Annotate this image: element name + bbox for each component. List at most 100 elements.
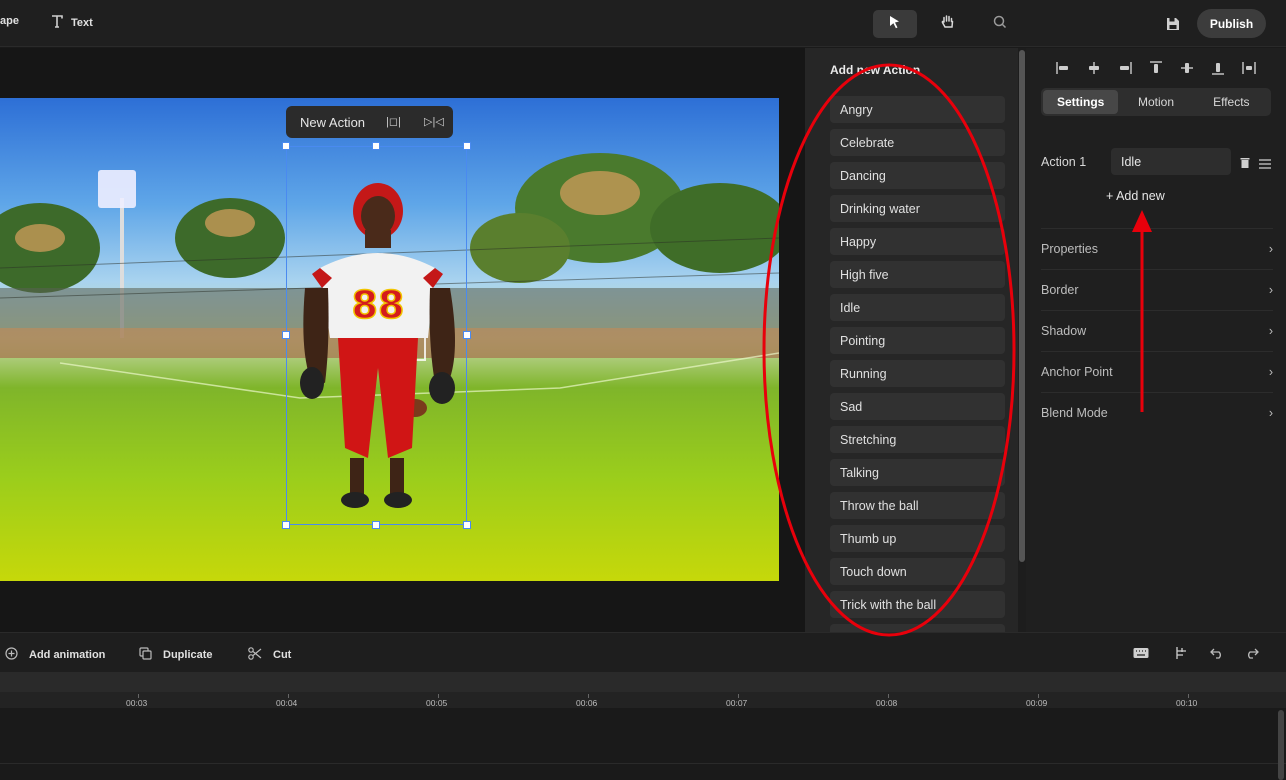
timeline-track-divider bbox=[0, 763, 1286, 764]
action-item-touch-down[interactable]: Touch down bbox=[830, 558, 1005, 585]
action-item-sad[interactable]: Sad bbox=[830, 393, 1005, 420]
ruler-label: 00:06 bbox=[576, 698, 598, 708]
canvas-area: 88 New Action |◻| ▷|◁ bbox=[0, 48, 805, 632]
tab-settings[interactable]: Settings bbox=[1043, 90, 1119, 114]
action-1-label: Action 1 bbox=[1041, 155, 1087, 169]
section-border[interactable]: Border › bbox=[1041, 269, 1273, 310]
section-properties[interactable]: Properties › bbox=[1041, 228, 1273, 269]
action-item-idle[interactable]: Idle bbox=[830, 294, 1005, 321]
keyboard-icon[interactable] bbox=[1133, 646, 1149, 664]
hand-tool-button[interactable] bbox=[926, 10, 970, 38]
resize-handle-r[interactable] bbox=[463, 331, 471, 339]
duplicate-icon bbox=[139, 647, 152, 663]
new-action-pill[interactable]: New Action |◻| ▷|◁ bbox=[286, 106, 453, 138]
section-anchor-point-label: Anchor Point bbox=[1041, 365, 1113, 379]
chevron-right-icon: › bbox=[1268, 324, 1273, 338]
section-properties-label: Properties bbox=[1041, 242, 1098, 256]
ruler-label: 00:03 bbox=[126, 698, 148, 708]
section-anchor-point[interactable]: Anchor Point › bbox=[1041, 351, 1273, 392]
cursor-arrow-icon bbox=[889, 15, 901, 34]
selection-box[interactable] bbox=[286, 146, 467, 525]
align-top-icon[interactable] bbox=[1145, 60, 1167, 76]
resize-handle-l[interactable] bbox=[282, 331, 290, 339]
resize-handle-tr[interactable] bbox=[463, 142, 471, 150]
trash-icon[interactable] bbox=[1240, 156, 1250, 174]
menu-icon[interactable] bbox=[1259, 156, 1271, 174]
align-bottom-icon[interactable] bbox=[1207, 60, 1229, 76]
redo-icon[interactable] bbox=[1245, 646, 1259, 664]
action-item-trick-with-the-ball[interactable]: Trick with the ball bbox=[830, 591, 1005, 618]
chevron-right-icon: › bbox=[1268, 406, 1273, 420]
add-animation-button[interactable]: Add animation bbox=[5, 647, 105, 663]
resize-handle-b[interactable] bbox=[372, 521, 380, 529]
action-item-high-five[interactable]: High five bbox=[830, 261, 1005, 288]
actions-scrollbar-thumb[interactable] bbox=[1019, 50, 1025, 562]
search-icon bbox=[993, 15, 1007, 34]
save-icon[interactable] bbox=[1166, 17, 1180, 36]
resize-handle-tl[interactable] bbox=[282, 142, 290, 150]
section-border-label: Border bbox=[1041, 283, 1079, 297]
scissors-icon bbox=[248, 647, 262, 663]
select-tool-button[interactable] bbox=[873, 10, 917, 38]
duplicate-label: Duplicate bbox=[163, 649, 213, 661]
fit-width-icon[interactable]: |◻| bbox=[386, 115, 401, 128]
resize-handle-bl[interactable] bbox=[282, 521, 290, 529]
action-item-dancing[interactable]: Dancing bbox=[830, 162, 1005, 189]
resize-handle-br[interactable] bbox=[463, 521, 471, 529]
cut-label: Cut bbox=[273, 649, 292, 661]
timeline-ruler[interactable]: 00:03 00:04 00:05 00:06 00:07 00:08 00:0… bbox=[0, 672, 1286, 708]
align-center-h-icon[interactable] bbox=[1083, 60, 1105, 76]
timeline-scrollbar[interactable] bbox=[1278, 710, 1284, 780]
top-toolbar: ape Text Publish bbox=[0, 0, 1286, 47]
publish-button[interactable]: Publish bbox=[1197, 9, 1266, 38]
flip-horizontal-icon[interactable]: ▷|◁ bbox=[424, 115, 444, 128]
undo-icon[interactable] bbox=[1210, 646, 1224, 664]
tab-effects[interactable]: Effects bbox=[1194, 90, 1269, 114]
add-new-action-button[interactable]: + Add new bbox=[1106, 189, 1165, 203]
chevron-right-icon: › bbox=[1268, 283, 1273, 297]
bottom-toolbar: Add animation Duplicate Cut bbox=[0, 632, 1286, 672]
action-item-partial[interactable] bbox=[830, 624, 1005, 632]
tab-motion[interactable]: Motion bbox=[1118, 90, 1193, 114]
action-item-drinking-water[interactable]: Drinking water bbox=[830, 195, 1005, 222]
action-item-talking[interactable]: Talking bbox=[830, 459, 1005, 486]
shape-tool-label: ape bbox=[0, 15, 19, 27]
action-item-thumb-up[interactable]: Thumb up bbox=[830, 525, 1005, 552]
new-action-label: New Action bbox=[300, 114, 366, 130]
action-item-pointing[interactable]: Pointing bbox=[830, 327, 1005, 354]
zoom-tool-button[interactable] bbox=[978, 10, 1022, 38]
align-left-icon[interactable] bbox=[1052, 60, 1074, 76]
action-1-value-field[interactable]: Idle bbox=[1111, 148, 1231, 175]
add-action-title: Add new Action bbox=[830, 63, 921, 77]
section-blend-mode-label: Blend Mode bbox=[1041, 406, 1108, 420]
hand-icon bbox=[941, 14, 955, 34]
align-right-icon[interactable] bbox=[1114, 60, 1136, 76]
action-item-running[interactable]: Running bbox=[830, 360, 1005, 387]
text-tool[interactable]: Text bbox=[51, 15, 93, 31]
split-icon[interactable] bbox=[1175, 646, 1187, 664]
duplicate-button[interactable]: Duplicate bbox=[139, 647, 213, 663]
plus-circle-icon bbox=[5, 647, 18, 663]
distribute-icon[interactable] bbox=[1238, 60, 1260, 76]
timeline[interactable]: 00:03 00:04 00:05 00:06 00:07 00:08 00:0… bbox=[0, 672, 1286, 780]
actions-scrollbar[interactable] bbox=[1018, 48, 1026, 632]
action-item-celebrate[interactable]: Celebrate bbox=[830, 129, 1005, 156]
ruler-label: 00:05 bbox=[426, 698, 448, 708]
align-center-v-icon[interactable] bbox=[1176, 60, 1198, 76]
ruler-label: 00:07 bbox=[726, 698, 748, 708]
section-shadow[interactable]: Shadow › bbox=[1041, 310, 1273, 351]
shape-tool[interactable]: ape bbox=[0, 15, 19, 27]
section-blend-mode[interactable]: Blend Mode › bbox=[1041, 392, 1273, 433]
ruler-label: 00:10 bbox=[1176, 698, 1198, 708]
action-item-happy[interactable]: Happy bbox=[830, 228, 1005, 255]
chevron-right-icon: › bbox=[1268, 242, 1273, 256]
action-item-throw-the-ball[interactable]: Throw the ball bbox=[830, 492, 1005, 519]
ruler-label: 00:08 bbox=[876, 698, 898, 708]
ruler-label: 00:09 bbox=[1026, 698, 1048, 708]
action-item-angry[interactable]: Angry bbox=[830, 96, 1005, 123]
chevron-right-icon: › bbox=[1268, 365, 1273, 379]
add-animation-label: Add animation bbox=[29, 649, 106, 661]
resize-handle-t[interactable] bbox=[372, 142, 380, 150]
action-item-stretching[interactable]: Stretching bbox=[830, 426, 1005, 453]
cut-button[interactable]: Cut bbox=[248, 647, 291, 663]
